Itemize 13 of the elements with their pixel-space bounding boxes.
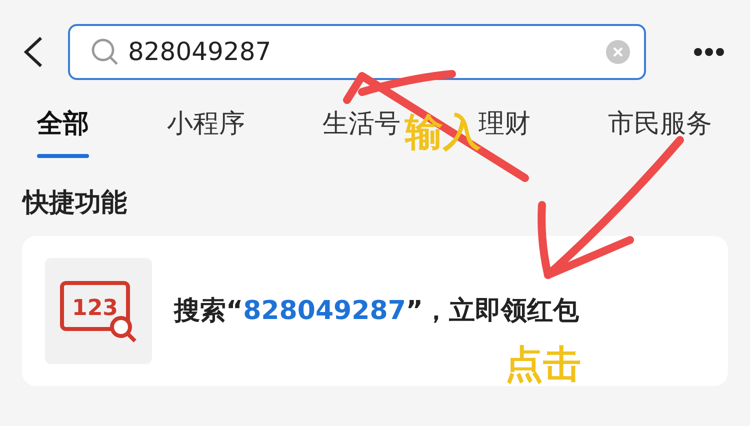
tab[interactable]: 市民服务 xyxy=(608,90,712,158)
search-field[interactable]: 828049287 xyxy=(128,32,606,70)
shortcut-icon: 123 xyxy=(45,258,152,364)
shortcut-text[interactable]: 搜索“828049287”，立即领红包 xyxy=(174,292,580,330)
back-icon[interactable] xyxy=(22,36,44,68)
section-title: 快捷功能 xyxy=(20,187,128,216)
tab[interactable]: 全部 xyxy=(37,90,89,158)
annotation-label: 点击 xyxy=(505,345,581,383)
tab[interactable]: 小程序 xyxy=(166,90,245,158)
more-icon[interactable] xyxy=(693,46,725,56)
tab[interactable]: 生活号 xyxy=(322,90,400,158)
search-bar[interactable]: 828049287 xyxy=(68,24,646,80)
search-icon xyxy=(90,36,120,66)
